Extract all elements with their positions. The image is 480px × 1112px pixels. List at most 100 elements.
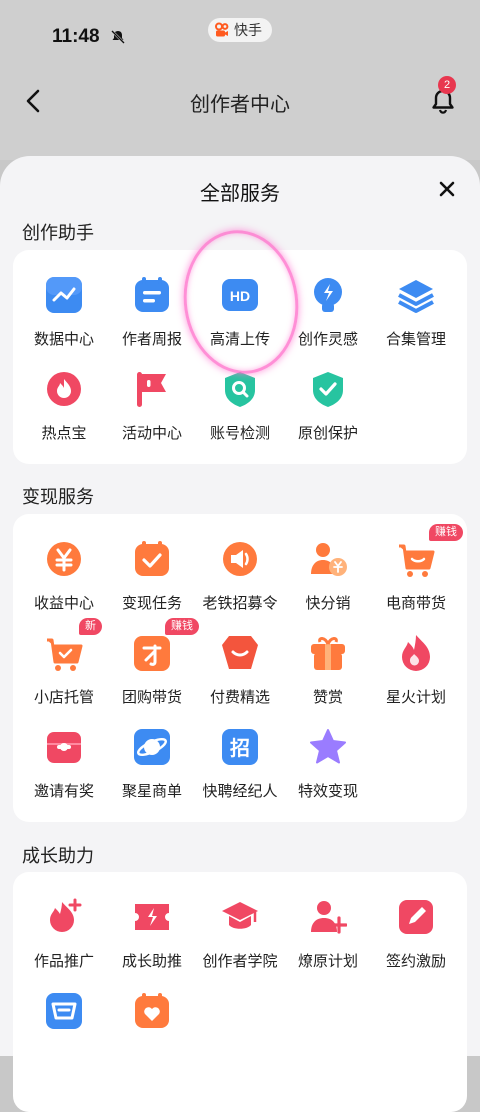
- group-buy-icon: [134, 636, 170, 671]
- layers-icon: [398, 280, 434, 313]
- calendar-report-icon: [135, 277, 169, 312]
- yen-coin-icon: [47, 542, 81, 576]
- service-spark-plan[interactable]: 星火计划: [371, 634, 461, 707]
- service-effect-monetize[interactable]: 特效变现: [283, 728, 373, 801]
- service-label: 赞赏: [312, 689, 343, 706]
- service-label: 作品推广: [33, 953, 94, 970]
- service-quick-hire[interactable]: 招 快聘经纪人: [195, 728, 285, 801]
- flag-icon: [137, 372, 166, 407]
- service-data-center[interactable]: 数据中心: [19, 276, 109, 349]
- service-monetize-task[interactable]: 变现任务: [107, 540, 197, 613]
- service-label: 变现任务: [121, 595, 182, 612]
- kuaishou-logo-icon: [215, 22, 229, 37]
- service-activity-center[interactable]: 活动中心: [107, 370, 197, 443]
- app-name: 快手: [234, 22, 262, 38]
- new-tag: 新: [79, 618, 102, 635]
- service-ecommerce[interactable]: 电商带货: [371, 540, 461, 613]
- top-bar: 11:48 快手 创作者中心 2: [0, 0, 480, 160]
- service-revenue-center[interactable]: 收益中心: [19, 540, 109, 613]
- silent-mode-icon: [111, 30, 125, 44]
- sheet-title: 全部服务: [200, 183, 280, 205]
- service-originality-protect[interactable]: 原创保护: [283, 370, 373, 443]
- app-indicator[interactable]: 快手: [208, 18, 272, 42]
- service-paid-select[interactable]: 付费精选: [195, 634, 285, 707]
- service-label: 创作灵感: [297, 331, 358, 348]
- invite-envelope-icon: [47, 732, 81, 763]
- person-yen-icon: [311, 543, 347, 576]
- service-label: 收益中心: [33, 595, 94, 612]
- service-label: 特效变现: [297, 783, 358, 800]
- service-account-check[interactable]: 账号检测: [195, 370, 285, 443]
- service-label: 聚星商单: [121, 783, 182, 800]
- flame-plus-icon: [50, 898, 82, 932]
- service-label: 电商带货: [385, 595, 446, 612]
- service-label: 原创保护: [297, 425, 358, 442]
- service-label: 数据中心: [33, 331, 94, 348]
- earn-money-tag: 赚钱: [165, 618, 199, 635]
- megaphone-icon: [223, 542, 257, 576]
- service-label: 老铁招募令: [202, 595, 278, 612]
- planet-icon: [134, 729, 170, 765]
- graduation-cap-icon: [222, 902, 258, 929]
- notification-badge: 2: [438, 76, 456, 94]
- basket-icon: [46, 993, 82, 1029]
- section-title-monetization: 变现服务: [22, 487, 94, 507]
- service-contract-incentive[interactable]: 签约激励: [371, 898, 461, 971]
- service-quick-distribute[interactable]: 快分销: [283, 540, 373, 613]
- paid-select-icon: [222, 636, 258, 669]
- shield-search-icon: [225, 372, 255, 407]
- service-star-orders[interactable]: 聚星商单: [107, 728, 197, 801]
- service-label: 签约激励: [385, 953, 446, 970]
- spark-flame-icon: [402, 635, 430, 671]
- service-label: 合集管理: [385, 331, 446, 348]
- service-label: 小店托管: [33, 689, 94, 706]
- service-label: 快分销: [305, 595, 351, 612]
- cart-check-icon: [47, 638, 83, 671]
- service-label: 热点宝: [41, 425, 87, 442]
- service-recruit-order[interactable]: 老铁招募令: [195, 540, 285, 613]
- service-label: 成长助推: [121, 953, 182, 970]
- close-icon[interactable]: [436, 178, 458, 200]
- service-tipping[interactable]: 赞赏: [283, 634, 373, 707]
- service-creator-academy[interactable]: 创作者学院: [195, 898, 285, 971]
- service-calendar-heart[interactable]: [107, 992, 197, 1044]
- service-label: 邀请有奖: [33, 783, 94, 800]
- service-label: 账号检测: [209, 425, 270, 442]
- service-invite-reward[interactable]: 邀请有奖: [19, 728, 109, 801]
- star-icon: [310, 729, 346, 764]
- growth-card: 作品推广 成长助推 创作者学院 燎原计划 签约激励: [13, 872, 467, 1112]
- service-group-buy[interactable]: 团购带货: [107, 634, 197, 707]
- section-title-growth: 成长助力: [22, 846, 94, 866]
- service-label: 星火计划: [385, 689, 446, 706]
- earn-money-tag: 赚钱: [429, 524, 463, 541]
- page-title: 创作者中心: [190, 94, 290, 116]
- service-label: 付费精选: [209, 689, 270, 706]
- section-title-creation: 创作助手: [22, 223, 94, 243]
- service-label: 活动中心: [121, 425, 182, 442]
- status-time: 11:48: [52, 26, 100, 47]
- monetization-card: 收益中心 变现任务 老铁招募令 快分销 电商带货 赚钱 小店托管 新 团购带货 …: [13, 514, 467, 822]
- recruit-icon: 招: [222, 729, 258, 765]
- service-label: 作者周报: [121, 331, 182, 348]
- person-plus-icon: [311, 901, 348, 934]
- service-prairie-plan[interactable]: 燎原计划: [283, 898, 373, 971]
- gift-icon: [311, 637, 345, 670]
- service-basket[interactable]: [19, 992, 109, 1044]
- shield-check-icon: [313, 372, 343, 407]
- service-growth-boost[interactable]: 成长助推: [107, 898, 197, 971]
- cart-icon: [399, 544, 435, 577]
- contract-pen-icon: [399, 900, 433, 934]
- service-label: 燎原计划: [297, 953, 358, 970]
- service-hotspot[interactable]: 热点宝: [19, 370, 109, 443]
- ticket-bolt-icon: [135, 904, 169, 930]
- flame-icon: [47, 372, 81, 406]
- service-promote-works[interactable]: 作品推广: [19, 898, 109, 971]
- service-label: 快聘经纪人: [202, 783, 278, 800]
- lightbulb-icon: [314, 278, 342, 312]
- svg-text:招: 招: [230, 736, 250, 760]
- service-collection-manage[interactable]: 合集管理: [371, 276, 461, 349]
- service-label: 团购带货: [121, 689, 182, 706]
- service-label: 创作者学院: [202, 953, 278, 970]
- calendar-heart-icon: [135, 993, 169, 1028]
- service-shop-hosting[interactable]: 小店托管: [19, 634, 109, 707]
